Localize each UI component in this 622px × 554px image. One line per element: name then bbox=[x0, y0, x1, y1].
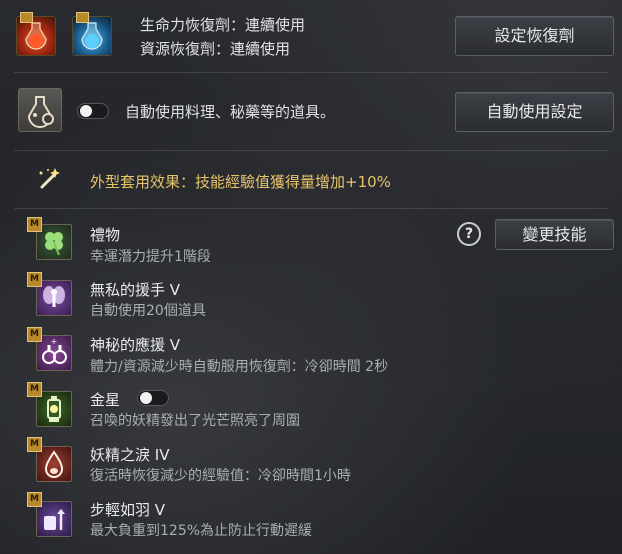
mastery-badge: M bbox=[27, 327, 42, 342]
skill-description: 復活時恢復減少的經驗值：冷卻時間1小時 bbox=[90, 468, 351, 484]
crown-badge-icon bbox=[76, 12, 89, 23]
skill-description: 最大負重到125%為止防止行動遲緩 bbox=[90, 523, 313, 539]
toggle-knob bbox=[80, 105, 92, 117]
divider bbox=[14, 208, 608, 209]
pet-settings-panel: 生命力恢復劑：連續使用 資源恢復劑：連續使用 設定恢復劑 自動使用料理、秘藥等的… bbox=[0, 0, 622, 554]
hp-potion-label: 生命力恢復劑：連續使用 bbox=[140, 16, 306, 34]
help-icon[interactable]: ? bbox=[457, 222, 481, 246]
skill-description: 自動使用20個道具 bbox=[90, 303, 206, 319]
skill-description: 幸運潛力提升1階段 bbox=[90, 249, 211, 265]
toggle-knob bbox=[140, 392, 152, 404]
divider bbox=[14, 150, 608, 151]
skill-name: 神秘的應援 V bbox=[90, 336, 181, 354]
skill-toggle[interactable] bbox=[137, 390, 169, 406]
flask-gear-icon bbox=[27, 96, 54, 128]
mastery-badge: M bbox=[27, 272, 42, 287]
divider bbox=[14, 72, 608, 73]
auto-use-settings-button[interactable]: 自動使用設定 bbox=[455, 92, 614, 132]
mastery-badge: M bbox=[27, 437, 42, 452]
mastery-badge: M bbox=[27, 217, 42, 232]
svg-text:+: + bbox=[51, 337, 58, 346]
magic-wand-icon bbox=[34, 165, 62, 193]
skill-name: 步輕如羽 V bbox=[90, 501, 166, 519]
mastery-badge: M bbox=[27, 492, 42, 507]
skill-description: 體力/資源減少時自動服用恢復劑：冷卻時間 2秒 bbox=[90, 359, 389, 375]
auto-use-toggle[interactable] bbox=[77, 103, 109, 119]
auto-use-label: 自動使用料理、秘藥等的道具。 bbox=[125, 103, 336, 121]
change-skill-button[interactable]: 變更技能 bbox=[495, 219, 614, 250]
skill-name: 禮物 bbox=[90, 226, 121, 244]
set-recovery-button[interactable]: 設定恢復劑 bbox=[455, 16, 614, 56]
mastery-badge: M bbox=[27, 382, 42, 397]
crown-badge-icon bbox=[20, 12, 33, 23]
skill-name: 妖精之淚 IV bbox=[90, 446, 170, 464]
skill-description: 召喚的妖精發出了光芒照亮了周圍 bbox=[90, 413, 300, 429]
costume-effect-label: 外型套用效果：技能經驗值獲得量增加+10% bbox=[90, 173, 391, 191]
auto-use-item-icon bbox=[18, 88, 62, 132]
skill-name: 金星 bbox=[90, 391, 121, 409]
resource-potion-label: 資源恢復劑：連續使用 bbox=[140, 40, 291, 58]
skill-name: 無私的援手 V bbox=[90, 281, 181, 299]
